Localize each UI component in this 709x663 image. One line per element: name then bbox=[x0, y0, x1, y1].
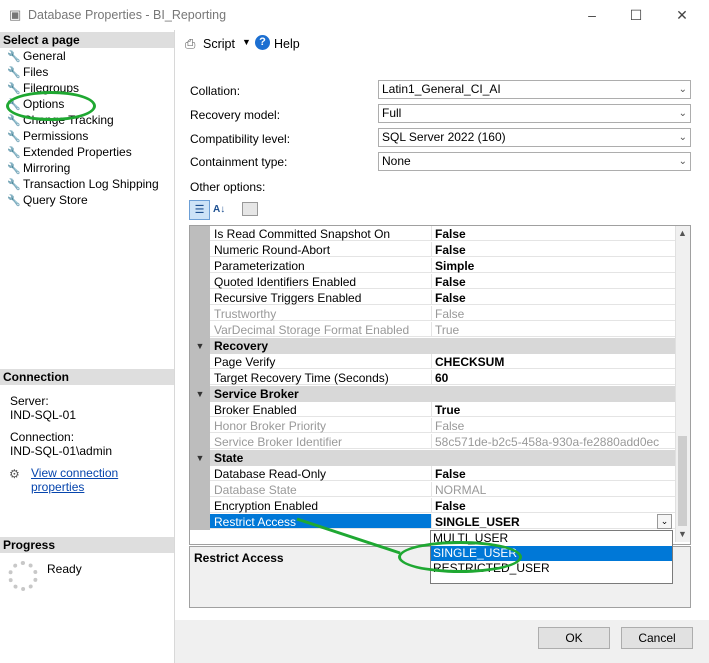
annotation-arrow bbox=[296, 517, 401, 555]
annotation-ellipse-options bbox=[6, 91, 96, 121]
annotation-ellipse-single-user bbox=[398, 541, 522, 573]
